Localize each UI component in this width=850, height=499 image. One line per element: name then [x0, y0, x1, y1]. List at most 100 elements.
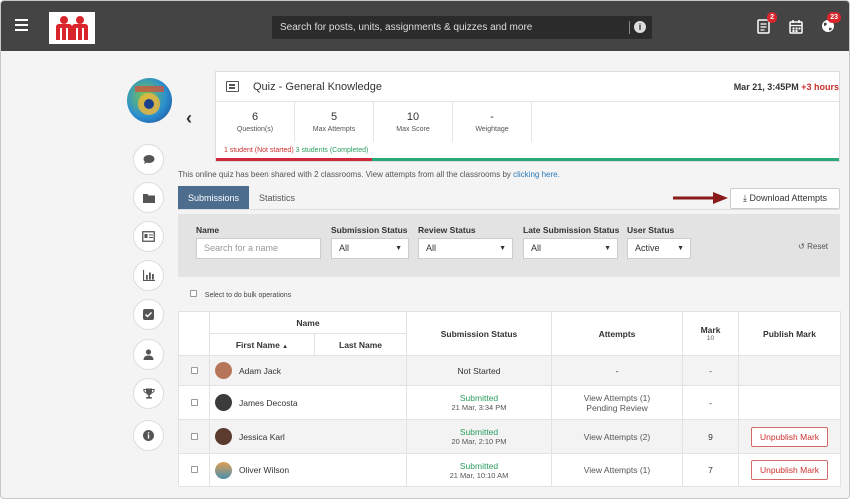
tab-statistics[interactable]: Statistics: [249, 186, 305, 210]
sidebar-members-button[interactable]: [133, 339, 164, 370]
quiz-icon: [226, 81, 239, 92]
stat-value: -: [490, 111, 494, 123]
stat-weightage: - Weightage: [453, 102, 532, 142]
publish-cell: Unpublish Mark: [738, 419, 841, 454]
chevron-down-icon: ▼: [499, 245, 506, 252]
sidebar-achievements-button[interactable]: [133, 378, 164, 409]
updates-button[interactable]: 23: [821, 12, 841, 34]
updates-badge: 23: [827, 12, 841, 23]
unpublish-mark-button[interactable]: Unpublish Mark: [750, 426, 829, 447]
row-checkbox[interactable]: [190, 432, 198, 440]
sidebar-info-button[interactable]: [133, 420, 164, 451]
sidebar-attendance-button[interactable]: [133, 221, 164, 252]
publish-cell: [738, 385, 841, 420]
sidebar-reports-button[interactable]: [133, 260, 164, 291]
user-status-select[interactable]: Active ▼: [627, 238, 691, 259]
top-navbar: Search for posts, units, assignments & q…: [1, 1, 849, 51]
reset-button[interactable]: ↺ Reset: [798, 242, 828, 251]
calendar-button[interactable]: [789, 19, 803, 34]
chevron-down-icon: ▼: [677, 245, 684, 252]
info-icon[interactable]: i: [634, 21, 646, 33]
back-arrow-icon[interactable]: ‹: [186, 108, 192, 129]
not-started-count[interactable]: 1 student (Not started): [224, 147, 294, 154]
late-submission-select[interactable]: All ▼: [523, 238, 618, 259]
publish-cell: [738, 355, 841, 386]
row-checkbox[interactable]: [190, 466, 198, 473]
table-row: Adam Jack Not Started - -: [178, 355, 841, 386]
id-card-icon: [142, 231, 155, 242]
last-name-header[interactable]: Last Name: [314, 333, 407, 356]
menu-icon[interactable]: [15, 19, 28, 31]
mark-cell: 7: [682, 453, 739, 487]
view-all-classrooms-link[interactable]: clicking here.: [513, 170, 560, 179]
progress-not-started: [216, 158, 372, 161]
shared-note: This online quiz has been shared with 2 …: [178, 170, 560, 179]
progress-text: 1 student (Not started) 3 students (Comp…: [224, 147, 368, 154]
row-select-cell: [178, 419, 210, 454]
table-row: Oliver Wilson Submitted 21 Mar, 10:10 AM …: [178, 453, 841, 487]
stat-label: Weightage: [475, 126, 509, 133]
unpublish-mark-button[interactable]: Unpublish Mark: [750, 460, 829, 480]
student-name[interactable]: Jessica Karl: [239, 432, 285, 442]
mark-header-label: Mark: [700, 325, 721, 335]
row-checkbox[interactable]: [190, 398, 198, 406]
first-name-header[interactable]: First Name ▲: [209, 333, 315, 356]
review-status-select[interactable]: All ▼: [418, 238, 513, 259]
sidebar-assignments-button[interactable]: [133, 299, 164, 330]
due-date-text: Mar 21, 3:45PM: [733, 82, 799, 92]
trophy-icon: [142, 388, 155, 399]
submission-status-select[interactable]: All ▼: [331, 238, 409, 259]
table-row: James Decosta Submitted 21 Mar, 3:34 PM V…: [178, 385, 841, 420]
bulk-select[interactable]: Select to do bulk operations: [190, 290, 291, 299]
submitted-time: 21 Mar, 3:34 PM: [451, 403, 507, 412]
mark-cell: -: [682, 355, 739, 386]
name-column-header: Name: [209, 311, 407, 334]
row-select-cell: [178, 385, 210, 420]
completed-count[interactable]: 3 students (Completed): [296, 147, 369, 154]
notifications-button[interactable]: 2: [757, 12, 777, 34]
student-name[interactable]: James Decosta: [239, 398, 298, 408]
sidebar-discussions-button[interactable]: [133, 144, 164, 175]
submitted-time: 21 Mar, 10:10 AM: [449, 470, 509, 480]
student-name-cell: Jessica Karl: [209, 419, 407, 454]
search-placeholder: Search for posts, units, assignments & q…: [280, 22, 533, 33]
bulk-checkbox[interactable]: [190, 290, 197, 297]
folder-icon: [142, 193, 155, 203]
student-avatar: [215, 362, 232, 379]
stat-label: Max Score: [396, 126, 430, 133]
tab-divider: [178, 209, 840, 210]
attempts-cell: -: [551, 355, 683, 386]
shared-note-text: This online quiz has been shared with 2 …: [178, 170, 511, 179]
sidebar-files-button[interactable]: [133, 182, 164, 213]
submissions-table: Name Submission Status Attempts Mark 10 …: [178, 311, 841, 487]
submission-status-value: All: [339, 243, 350, 253]
bulk-label: Select to do bulk operations: [204, 292, 292, 299]
review-status-value: All: [426, 243, 437, 253]
quiz-summary-card: Quiz - General Knowledge Mar 21, 3:45PM …: [215, 71, 840, 162]
quiz-stats: 6 Question(s) 5 Max Attempts 10 Max Score -…: [216, 102, 839, 142]
filter-panel: Name Search for a name Submission Status…: [178, 214, 840, 277]
view-attempts-link[interactable]: View Attempts (1): [584, 465, 650, 475]
view-attempts-link[interactable]: View Attempts (1): [552, 393, 682, 403]
quiz-due-date: Mar 21, 3:45PM +3 hours: [734, 82, 839, 92]
user-icon: [143, 349, 154, 360]
view-attempts-link[interactable]: View Attempts (2): [584, 432, 650, 442]
checkbox-icon: [143, 309, 154, 320]
attempts-column-header: Attempts: [551, 311, 683, 356]
row-checkbox[interactable]: [190, 366, 198, 374]
stat-label: Max Attempts: [312, 126, 356, 133]
app-logo[interactable]: [49, 12, 95, 44]
name-search-input[interactable]: Search for a name: [196, 238, 321, 259]
info-circle-icon: [143, 430, 154, 441]
stat-questions: 6 Question(s): [216, 102, 295, 142]
search-divider: [629, 21, 630, 34]
progress-bar: [216, 158, 839, 161]
mark-cell: -: [682, 385, 739, 420]
tab-submissions[interactable]: Submissions: [178, 186, 250, 210]
download-attempts-button[interactable]: ⤓ Download Attempts: [730, 188, 840, 209]
student-name[interactable]: Adam Jack: [239, 366, 281, 376]
classroom-avatar[interactable]: [127, 78, 172, 123]
late-submission-label: Late Submission Status: [523, 225, 620, 235]
student-name[interactable]: Oliver Wilson: [239, 465, 289, 475]
search-input[interactable]: Search for posts, units, assignments & q…: [272, 16, 652, 39]
